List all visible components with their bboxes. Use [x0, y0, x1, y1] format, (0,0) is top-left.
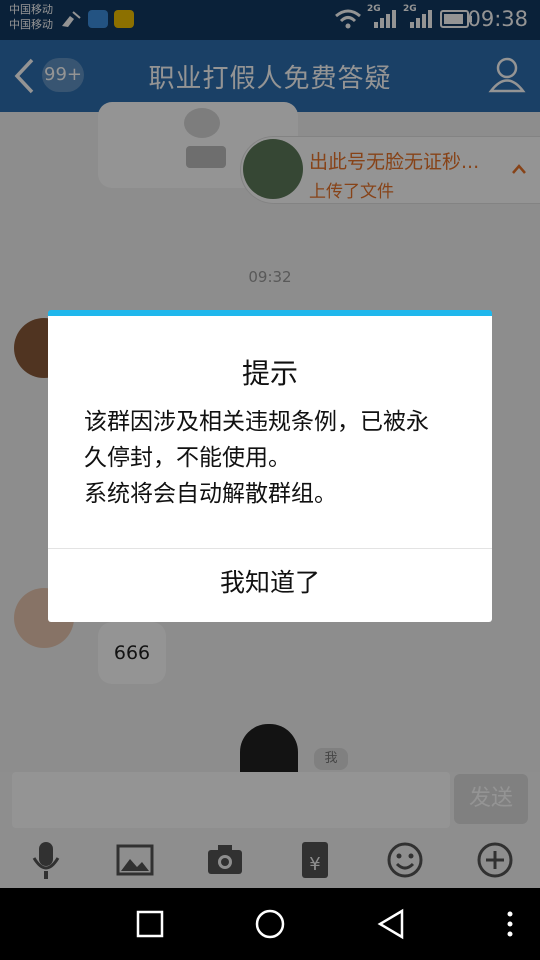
more-options-icon[interactable] — [504, 910, 516, 938]
dialog-message-line: 系统将会自动解散群组。 — [84, 481, 337, 507]
dialog-message: 该群因涉及相关违规条例，已被永 久停封，不能使用。 系统将会自动解散群组。 — [84, 404, 464, 512]
home-icon[interactable] — [254, 908, 286, 940]
recent-apps-icon[interactable] — [136, 910, 164, 938]
system-nav-bar — [0, 888, 540, 960]
dialog-message-line: 该群因涉及相关违规条例，已被永 — [84, 409, 429, 435]
acknowledge-button[interactable]: 我知道了 — [48, 549, 492, 616]
alert-dialog: 提示 该群因涉及相关违规条例，已被永 久停封，不能使用。 系统将会自动解散群组。… — [48, 310, 492, 622]
dialog-title: 提示 — [241, 357, 298, 390]
back-nav-icon[interactable] — [376, 908, 406, 940]
dialog-message-line: 久停封，不能使用。 — [84, 445, 291, 471]
